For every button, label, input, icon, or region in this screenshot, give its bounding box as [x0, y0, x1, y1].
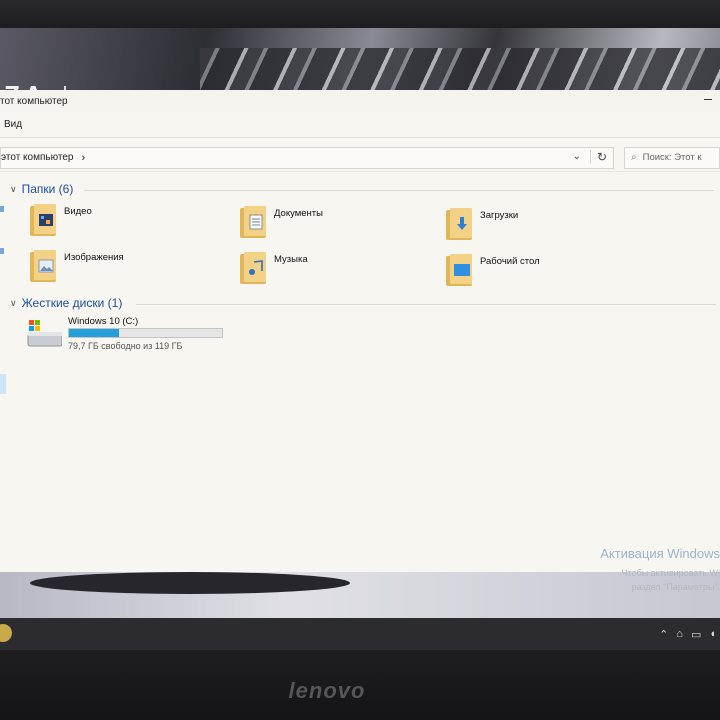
group-divider: [84, 190, 714, 191]
nav-pane-edge: [0, 206, 4, 212]
folder-label: Музыка: [274, 254, 308, 265]
drive-usage-bar: [68, 328, 223, 338]
folder-tile-downloads[interactable]: Загрузки: [444, 206, 518, 240]
desktop-folder-icon: [444, 252, 476, 286]
minimize-icon[interactable]: [704, 99, 712, 100]
search-icon: ⌕: [631, 152, 637, 163]
system-tray: ⌃ ⌂ ▭ ◖: [659, 628, 716, 641]
battery-icon[interactable]: ▭: [691, 628, 701, 641]
window-titlebar[interactable]: тот компьютер: [0, 90, 720, 112]
folder-label: Рабочий стол: [480, 256, 540, 267]
nav-pane-selected[interactable]: [0, 374, 6, 394]
search-input[interactable]: ⌕ Поиск: Этот к: [624, 146, 720, 169]
activation-watermark-line: раздел "Параметры".: [631, 582, 720, 592]
volume-icon[interactable]: ◖: [709, 628, 716, 641]
taskbar: ⌃ ⌂ ▭ ◖: [0, 618, 720, 650]
folder-tile-desktop[interactable]: Рабочий стол: [444, 252, 540, 286]
window-title: тот компьютер: [0, 95, 68, 107]
wallpaper-car-shadow: [30, 572, 350, 594]
documents-folder-icon: [238, 204, 270, 238]
chevron-down-icon[interactable]: ∨: [10, 184, 17, 195]
folder-label: Видео: [64, 206, 92, 217]
activation-watermark-line: Чтобы активировать Wi: [621, 568, 720, 578]
pictures-folder-icon: [28, 248, 60, 282]
nav-pane-edge: [0, 248, 4, 254]
content-pane: ∨ Папки (6) Видео Документы Загрузки Изо…: [0, 176, 720, 592]
drive-free-space: 79,7 ГБ свободно из 119 ГБ: [68, 341, 183, 351]
address-row: этот компьютер › ⌄ ↻ ⌕ Поиск: Этот к: [0, 144, 720, 172]
folder-label: Изображения: [64, 252, 124, 263]
address-path: этот компьютер: [1, 152, 74, 163]
chevron-down-icon[interactable]: ∨: [10, 298, 17, 309]
address-bar[interactable]: этот компьютер › ⌄ ↻: [0, 146, 614, 169]
drive-tile-c[interactable]: Windows 10 (C:) 79,7 ГБ свободно из 119 …: [26, 316, 236, 356]
menu-view[interactable]: Вид: [4, 119, 22, 130]
chevron-up-icon[interactable]: ⌃: [659, 628, 668, 641]
folder-tile-documents[interactable]: Документы: [238, 204, 323, 238]
music-folder-icon: [238, 250, 270, 284]
folder-tile-pictures[interactable]: Изображения: [28, 248, 124, 282]
address-dropdown-icon[interactable]: ⌄: [573, 151, 581, 162]
group-divider: [136, 304, 716, 305]
folder-tile-music[interactable]: Музыка: [238, 250, 308, 284]
laptop-brand-logo: lenovo: [288, 678, 366, 703]
drive-usage-fill: [69, 329, 120, 337]
activation-watermark-title: Активация Windows: [600, 546, 720, 561]
folders-group-header[interactable]: ∨ Папки (6): [10, 182, 73, 196]
ribbon-menu: Вид: [0, 112, 720, 138]
screen-bezel-top: [0, 0, 720, 30]
network-icon[interactable]: ⌂: [676, 628, 683, 641]
video-folder-icon: [28, 202, 60, 236]
start-button[interactable]: [0, 624, 12, 642]
downloads-folder-icon: [444, 206, 476, 240]
drives-group-header[interactable]: ∨ Жесткие диски (1): [10, 296, 122, 310]
drives-group-title: Жесткие диски (1): [21, 296, 123, 310]
search-placeholder: Поиск: Этот к: [642, 152, 702, 163]
hard-drive-icon: [27, 320, 62, 347]
folder-tile-video[interactable]: Видео: [28, 202, 92, 236]
refresh-icon[interactable]: ↻: [589, 149, 607, 164]
folders-group-title: Папки (6): [21, 182, 74, 196]
folder-label: Документы: [274, 208, 323, 219]
folder-label: Загрузки: [480, 210, 519, 221]
file-explorer-window: тот компьютер Вид этот компьютер › ⌄ ↻ ⌕…: [0, 90, 720, 592]
drive-name: Windows 10 (C:): [68, 316, 139, 327]
breadcrumb-chevron-icon[interactable]: ›: [81, 152, 85, 164]
